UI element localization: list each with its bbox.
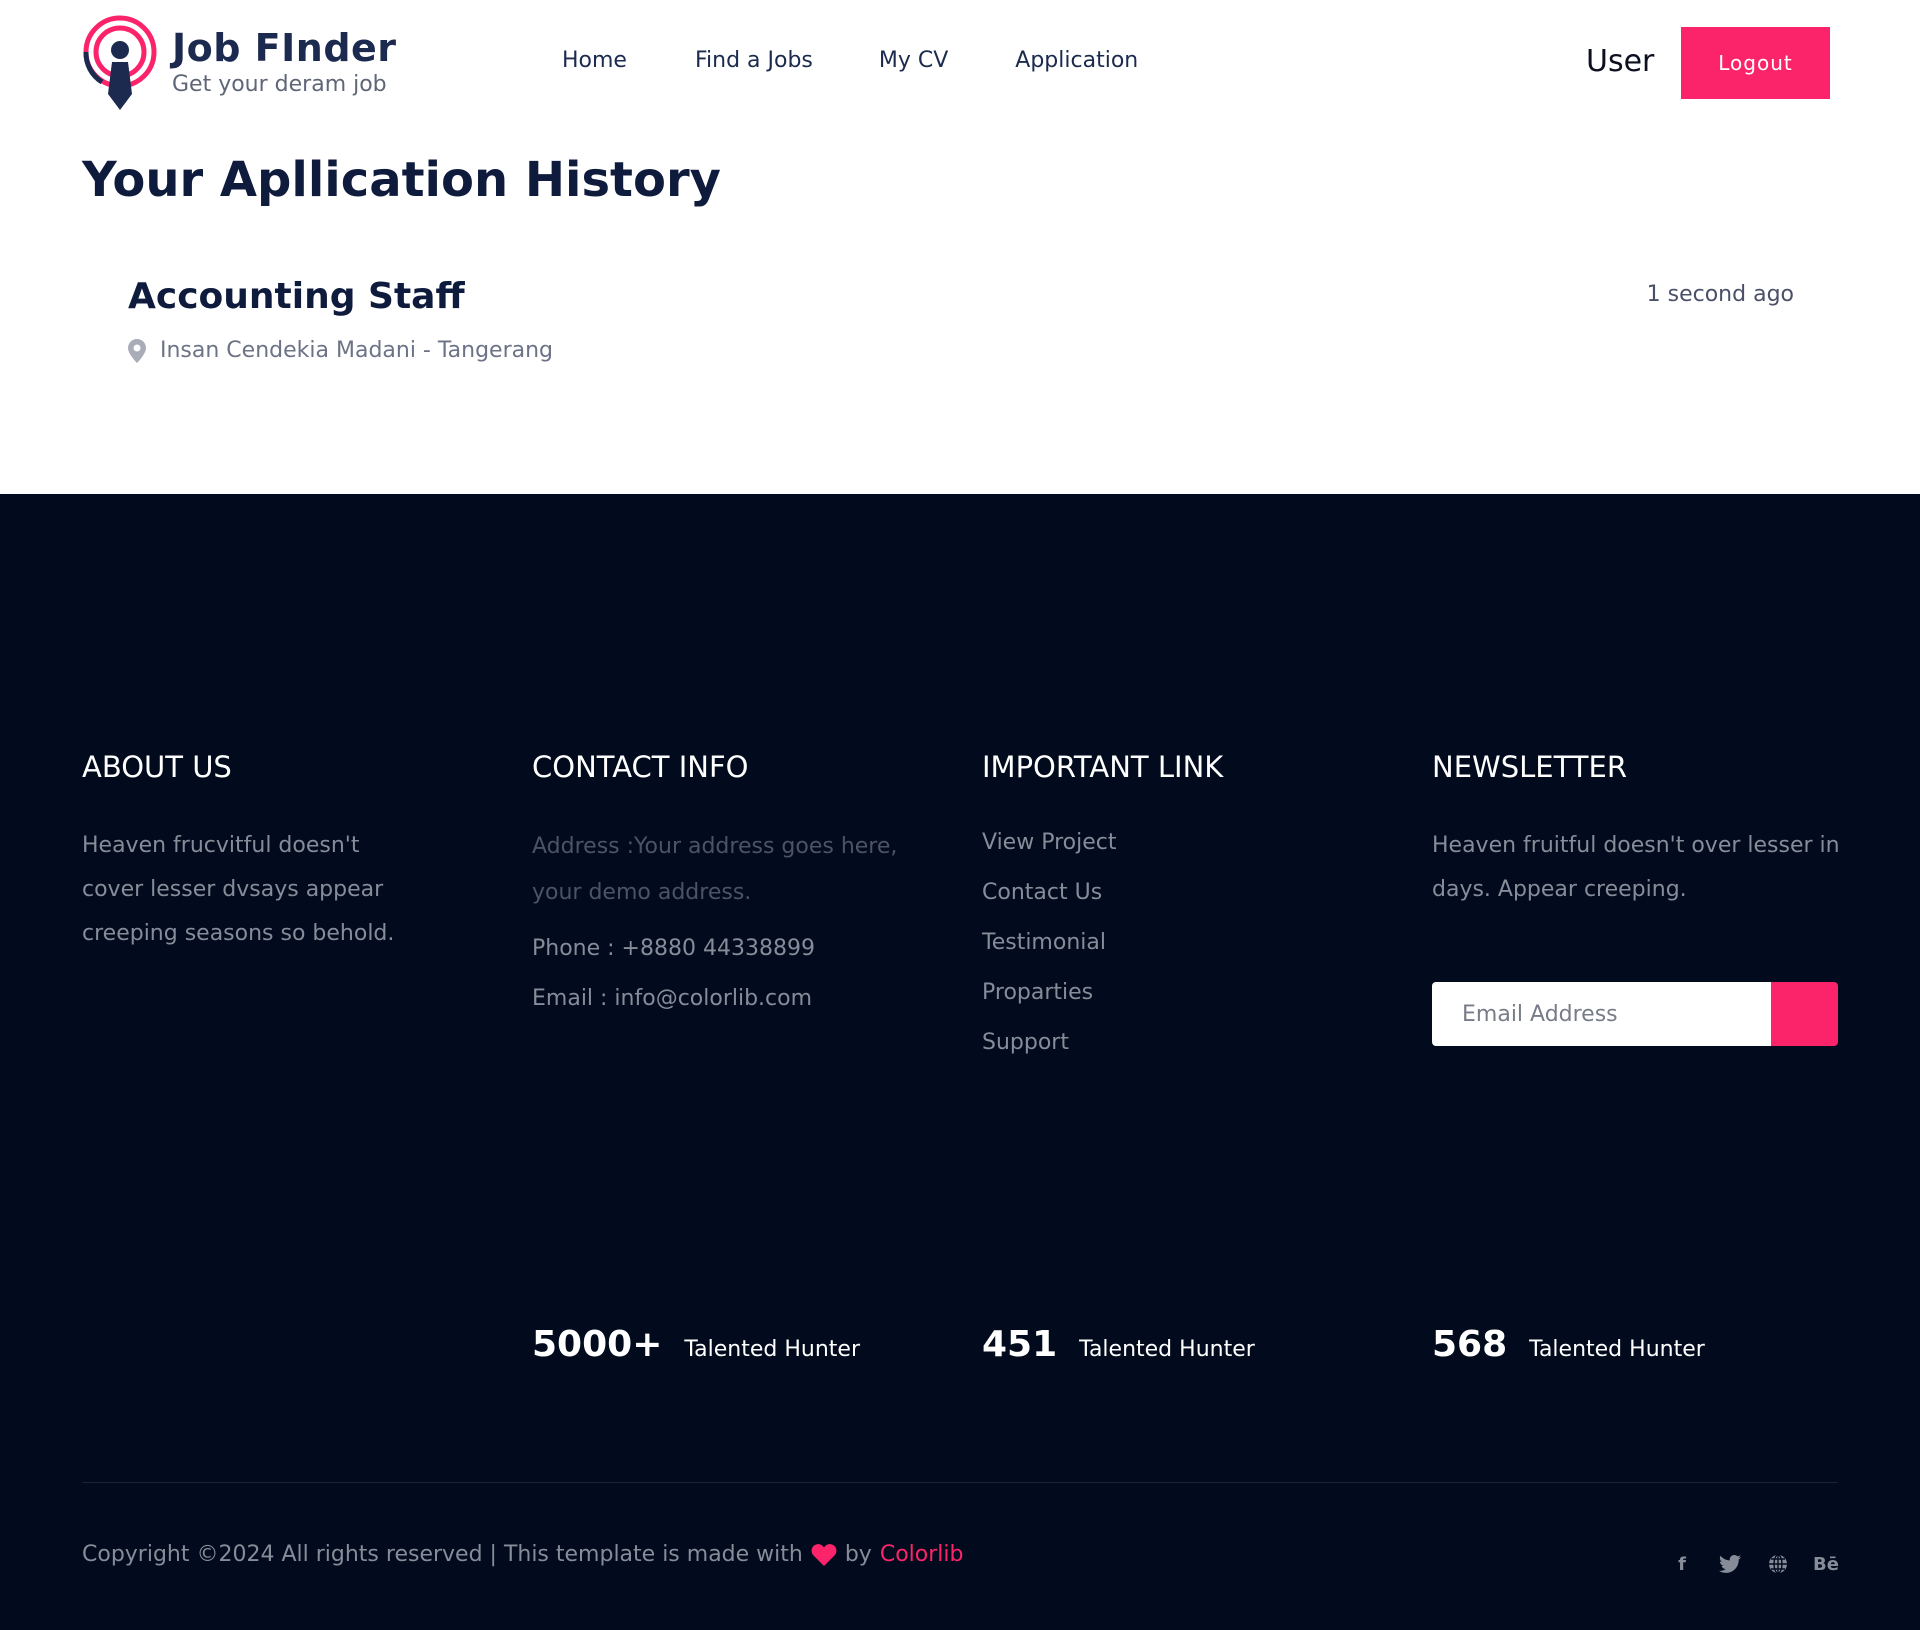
link-view-project[interactable]: View Project — [982, 818, 1402, 868]
about-heading: ABOUT US — [82, 750, 232, 784]
stat-label: Talented Hunter — [1529, 1337, 1705, 1362]
brand-logo[interactable]: Job FInder Get your deram job — [82, 14, 402, 114]
link-testimonial[interactable]: Testimonial — [982, 918, 1402, 968]
newsletter-email-input[interactable] — [1432, 982, 1771, 1046]
footer-about: ABOUT US Heaven frucvitful doesn't cover… — [82, 750, 502, 956]
newsletter-heading: NEWSLETTER — [1432, 750, 1627, 784]
stat-number: 451 — [982, 1324, 1058, 1365]
nav-item-application[interactable]: Application — [1015, 48, 1138, 73]
newsletter-text: Heaven fruitful doesn't over lesser in d… — [1432, 833, 1840, 902]
stat-number: 5000+ — [532, 1324, 663, 1365]
copyright: Copyright ©2024 All rights reserved | Th… — [82, 1542, 963, 1567]
application-item[interactable]: Accounting Staff Insan Cendekia Madani -… — [128, 270, 1794, 380]
stat-item: 568 Talented Hunter — [1432, 1324, 1705, 1365]
site-header: Job FInder Get your deram job Home Find … — [0, 0, 1920, 127]
stat-item: 451 Talented Hunter — [982, 1324, 1255, 1365]
page-title: Your Apllication History — [82, 152, 721, 208]
copyright-text: Copyright ©2024 All rights reserved | Th… — [82, 1542, 803, 1567]
copyright-by: by — [844, 1542, 872, 1567]
footer-links: IMPORTANT LINK View Project Contact Us T… — [982, 750, 1402, 1068]
newsletter-submit-button[interactable] — [1771, 982, 1838, 1046]
logo-mark-icon — [83, 15, 157, 110]
brand-tagline: Get your deram job — [172, 72, 387, 97]
link-support[interactable]: Support — [982, 1018, 1402, 1068]
nav-item-my-cv[interactable]: My CV — [879, 48, 948, 73]
stat-number: 568 — [1432, 1324, 1508, 1365]
link-contact-us[interactable]: Contact Us — [982, 868, 1402, 918]
contact-address: Address :Your address goes here, your de… — [532, 834, 898, 905]
user-name: User — [1586, 44, 1655, 79]
job-location: Insan Cendekia Madani - Tangerang — [128, 338, 553, 363]
behance-icon[interactable]: Bē — [1813, 1552, 1839, 1576]
social-links: f Bē — [1670, 1552, 1839, 1576]
about-text: Heaven frucvitful doesn't cover lesser d… — [82, 833, 395, 946]
logout-button[interactable]: Logout — [1681, 27, 1830, 99]
nav-item-find-jobs[interactable]: Find a Jobs — [695, 48, 813, 73]
contact-email: Email : info@colorlib.com — [532, 986, 813, 1011]
main-nav: Home Find a Jobs My CV Application — [562, 48, 1138, 73]
site-footer: ABOUT US Heaven frucvitful doesn't cover… — [0, 494, 1920, 1630]
link-proparties[interactable]: Proparties — [982, 968, 1402, 1018]
map-pin-icon — [128, 338, 146, 363]
twitter-icon[interactable] — [1718, 1552, 1742, 1576]
job-location-text: Insan Cendekia Madani - Tangerang — [160, 338, 554, 363]
important-link-list: View Project Contact Us Testimonial Prop… — [982, 818, 1402, 1068]
job-title[interactable]: Accounting Staff — [128, 276, 465, 317]
application-time: 1 second ago — [1646, 282, 1794, 307]
brand-title: Job FInder — [172, 26, 397, 70]
stat-label: Talented Hunter — [1079, 1337, 1255, 1362]
globe-icon[interactable] — [1766, 1552, 1790, 1576]
footer-contact: CONTACT INFO Address :Your address goes … — [532, 750, 952, 1016]
contact-heading: CONTACT INFO — [532, 750, 749, 784]
footer-newsletter: NEWSLETTER Heaven fruitful doesn't over … — [1432, 750, 1852, 1046]
heart-icon — [811, 1543, 837, 1566]
newsletter-form — [1432, 982, 1838, 1046]
colorlib-link[interactable]: Colorlib — [880, 1542, 964, 1567]
links-heading: IMPORTANT LINK — [982, 750, 1224, 784]
facebook-icon[interactable]: f — [1670, 1552, 1694, 1576]
contact-phone: Phone : +8880 44338899 — [532, 936, 815, 961]
stat-item: 5000+ Talented Hunter — [532, 1324, 860, 1365]
nav-item-home[interactable]: Home — [562, 48, 627, 73]
footer-divider — [82, 1482, 1838, 1483]
stat-label: Talented Hunter — [684, 1337, 860, 1362]
